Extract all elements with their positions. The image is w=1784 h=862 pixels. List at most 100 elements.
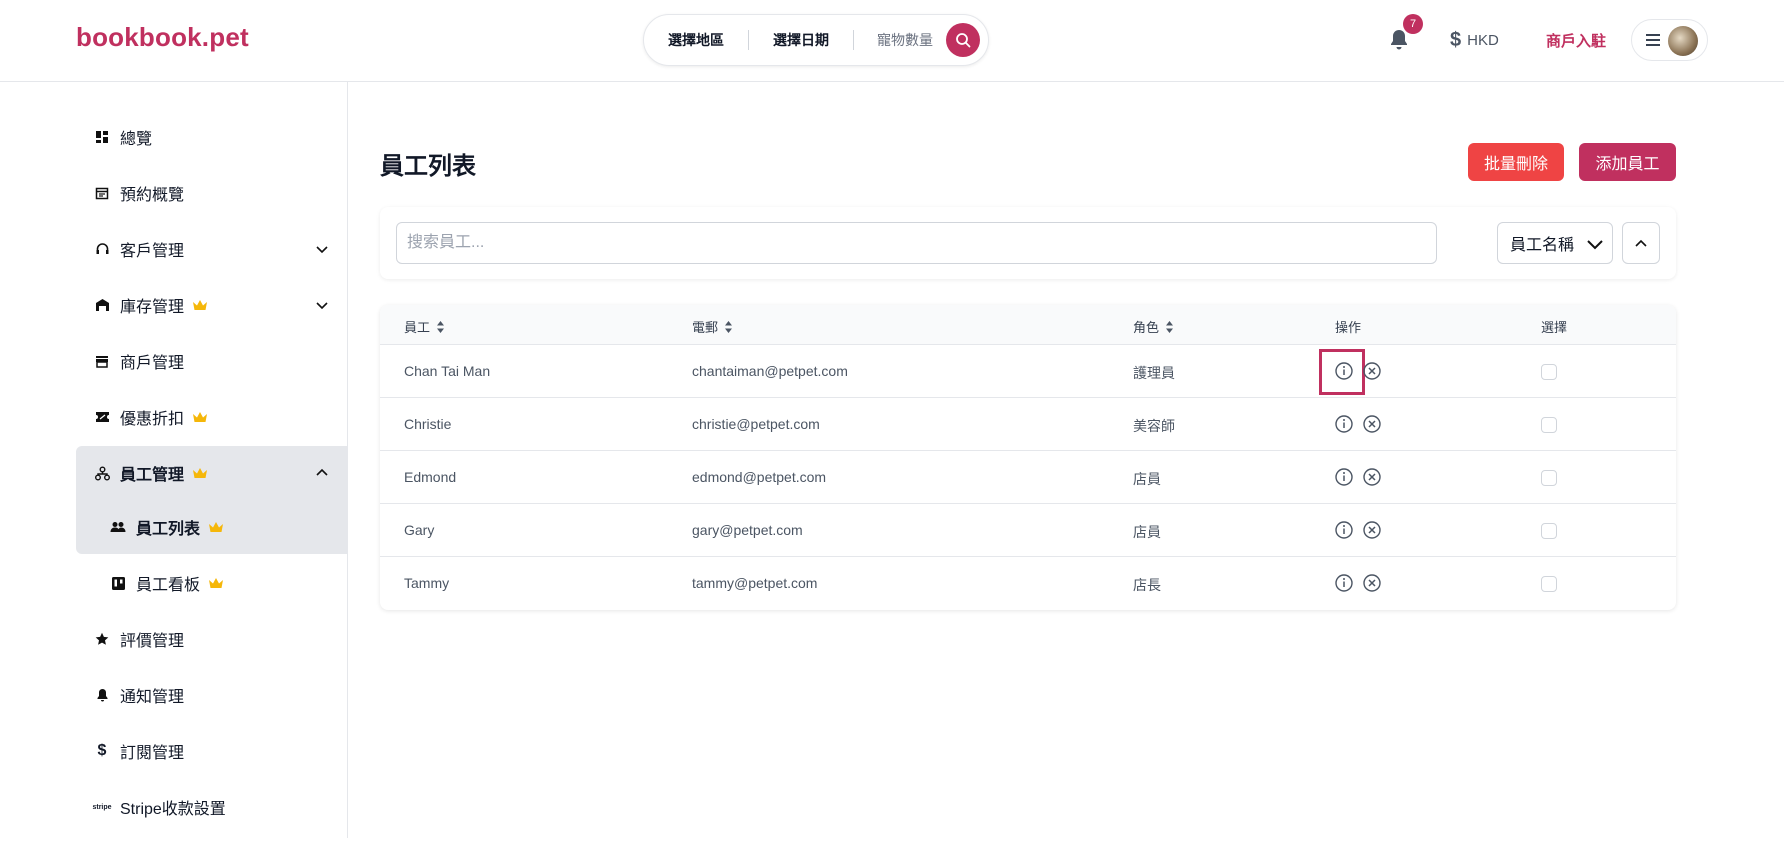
sidebar-item-merchant[interactable]: 商戶管理 (76, 334, 348, 388)
row-actions (1334, 414, 1382, 434)
crown-icon (208, 521, 224, 534)
merchant-join-link[interactable]: 商戶入駐 (1546, 30, 1606, 51)
info-icon[interactable] (1334, 361, 1354, 381)
currency-selector[interactable]: $ HKD (1450, 29, 1499, 52)
row-select-checkbox[interactable] (1541, 523, 1557, 539)
date-selector[interactable]: 選擇日期 (773, 15, 829, 65)
sidebar-item-label: 商戶管理 (120, 355, 185, 372)
delete-icon[interactable] (1362, 414, 1382, 434)
ticket-icon (90, 411, 114, 423)
sidebar-item-customers[interactable]: 客戶管理 (76, 222, 348, 276)
sidebar-item-stripe[interactable]: stripe Stripe收款設置 (76, 780, 348, 834)
table-row: Edmond edmond@petpet.com 店員 (380, 451, 1676, 504)
top-header: bookbook.pet 選擇地區 選擇日期 寵物數量 7 $ HKD 商戶入駐 (0, 0, 1784, 82)
sidebar-item-staff-list[interactable]: 員工列表 (76, 500, 348, 554)
sort-field-select[interactable]: 員工名稱 (1497, 222, 1613, 264)
page-title: 員工列表 (380, 153, 476, 180)
crown-icon (192, 411, 208, 424)
stripe-icon: stripe (92, 803, 112, 811)
staff-name: Christie (404, 416, 452, 432)
column-header-email[interactable]: 電郵 (692, 317, 733, 336)
sidebar-item-overview[interactable]: 總覽 (76, 110, 348, 164)
region-selector[interactable]: 選擇地區 (668, 15, 724, 65)
sidebar-item-inventory[interactable]: 庫存管理 (76, 278, 348, 332)
crown-icon (192, 299, 208, 312)
delete-icon[interactable] (1362, 467, 1382, 487)
sidebar-item-subscription[interactable]: $ 訂閱管理 (76, 724, 348, 778)
row-select-checkbox[interactable] (1541, 417, 1557, 433)
delete-icon[interactable] (1362, 573, 1382, 593)
table-row: Gary gary@petpet.com 店員 (380, 504, 1676, 557)
staff-name: Chan Tai Man (404, 363, 491, 379)
dollar-icon: $ (97, 742, 107, 759)
sidebar-item-label: 通知管理 (120, 689, 185, 706)
column-header-staff[interactable]: 員工 (404, 317, 445, 336)
search-button[interactable] (946, 23, 980, 57)
staff-role: 美容師 (1133, 418, 1175, 434)
staff-search-input[interactable] (396, 222, 1437, 264)
delete-icon[interactable] (1362, 520, 1382, 540)
store-icon (90, 355, 114, 368)
sidebar-item-staff-management[interactable]: 員工管理 (76, 446, 348, 500)
logo[interactable]: bookbook.pet (76, 22, 249, 53)
table-row: Tammy tammy@petpet.com 店長 (380, 557, 1676, 610)
table-row: Christie christie@petpet.com 美容師 (380, 398, 1676, 451)
info-icon[interactable] (1334, 467, 1354, 487)
search-icon (956, 33, 971, 48)
row-actions (1334, 573, 1382, 593)
sidebar-item-notifications[interactable]: 通知管理 (76, 668, 348, 722)
sort-direction-button[interactable] (1622, 222, 1660, 264)
info-icon[interactable] (1334, 520, 1354, 540)
pet-count-selector[interactable]: 寵物數量 (877, 15, 933, 65)
sidebar-item-discounts[interactable]: 優惠折扣 (76, 390, 348, 444)
table-row: Chan Tai Man chantaiman@petpet.com 護理員 (380, 345, 1676, 398)
sidebar-item-label: 庫存管理 (120, 299, 185, 316)
staff-table: 員工 電郵 角色 操作 選擇 Chan Tai Man chantaiman@p… (380, 305, 1676, 610)
search-bar[interactable]: 選擇地區 選擇日期 寵物數量 (643, 14, 989, 66)
staff-email: gary@petpet.com (692, 522, 803, 538)
row-select-checkbox[interactable] (1541, 364, 1557, 380)
calendar-icon (90, 186, 114, 200)
warehouse-icon (90, 298, 114, 312)
sidebar-item-staff-board[interactable]: 員工看板 (76, 556, 348, 610)
staff-email: chantaiman@petpet.com (692, 363, 848, 379)
column-header-actions: 操作 (1335, 320, 1362, 335)
row-actions (1334, 361, 1382, 381)
row-select-checkbox[interactable] (1541, 470, 1557, 486)
sidebar-item-label: 員工列表 (136, 521, 201, 538)
divider (748, 30, 749, 50)
staff-role: 店長 (1133, 577, 1161, 593)
delete-icon[interactable] (1362, 361, 1382, 381)
dashboard-icon (90, 130, 114, 144)
bulk-delete-button[interactable]: 批量刪除 (1468, 143, 1564, 181)
info-icon[interactable] (1334, 414, 1354, 434)
row-actions (1334, 467, 1382, 487)
sidebar-item-label: 客戶管理 (120, 243, 185, 260)
sort-icon (437, 320, 445, 333)
sidebar-item-label: 員工看板 (136, 577, 201, 594)
sidebar-item-label: 預約概覽 (120, 187, 185, 204)
row-select-checkbox[interactable] (1541, 576, 1557, 592)
sidebar-item-label: 員工管理 (120, 467, 185, 484)
bell-icon (90, 688, 114, 702)
staff-name: Edmond (404, 469, 457, 485)
crown-icon (208, 577, 224, 590)
chevron-down-icon (316, 302, 328, 310)
kanban-icon (106, 576, 130, 591)
sort-icon (1166, 320, 1174, 333)
star-icon (90, 632, 114, 646)
chevron-down-icon (1587, 240, 1603, 250)
staff-name: Tammy (404, 575, 450, 591)
notification-badge: 7 (1403, 14, 1423, 34)
staff-name: Gary (404, 522, 435, 538)
add-staff-button[interactable]: 添加員工 (1579, 143, 1676, 181)
column-header-role[interactable]: 角色 (1133, 317, 1174, 336)
sidebar-item-bookings[interactable]: 預約概覽 (76, 166, 348, 220)
avatar (1668, 26, 1698, 56)
user-menu-button[interactable] (1631, 19, 1708, 61)
info-icon[interactable] (1334, 573, 1354, 593)
column-label: 角色 (1133, 320, 1160, 335)
headset-icon (90, 242, 114, 257)
sidebar-item-reviews[interactable]: 評價管理 (76, 612, 348, 666)
chevron-up-icon (1635, 239, 1647, 247)
